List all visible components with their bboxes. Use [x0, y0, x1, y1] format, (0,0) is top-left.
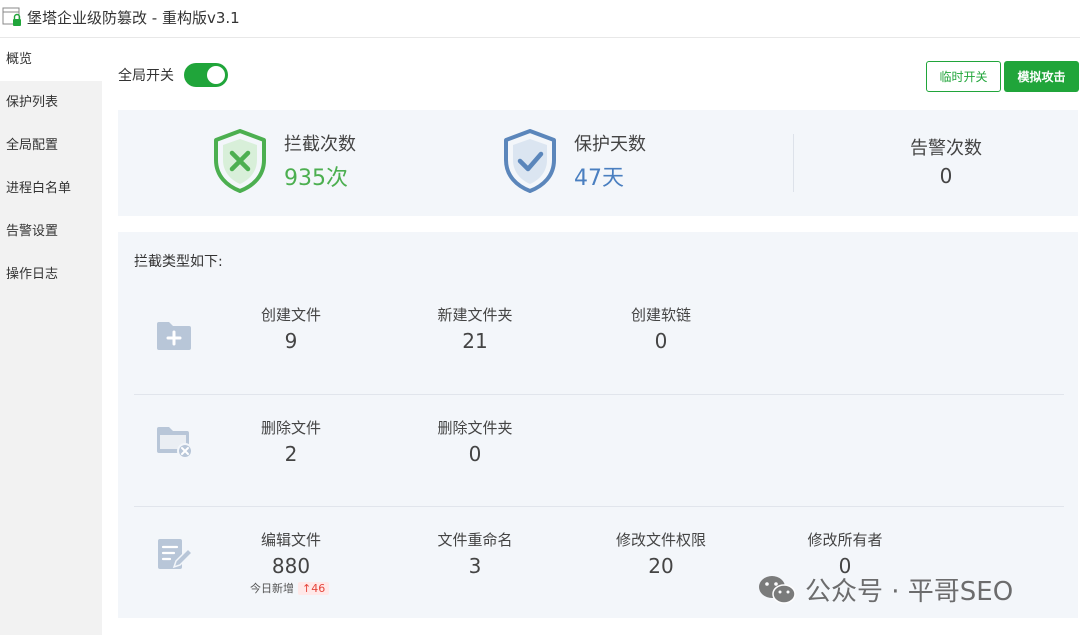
protect-days-label: 保护天数 [574, 134, 646, 155]
intercept-count-label: 拦截次数 [284, 134, 356, 155]
stat-value: 2 [284, 442, 298, 466]
stat-delete-file: 删除文件 2 [236, 417, 346, 466]
today-new: 今日新增 ↑46 [250, 580, 330, 596]
app-icon [2, 7, 21, 26]
intercept-summary: 拦截次数 935次 [212, 128, 356, 194]
main-content: 全局开关 临时开关 模拟攻击 拦截次数 935次 保护天数 47天 告警次数 0… [102, 38, 1080, 635]
stat-value: 21 [462, 329, 488, 353]
sidebar-item-alert-settings[interactable]: 告警设置 [0, 210, 102, 253]
stat-new-folder: 新建文件夹 21 [420, 304, 530, 353]
shield-block-icon [214, 129, 266, 193]
alert-summary: 告警次数 0 [893, 134, 999, 188]
global-switch-label: 全局开关 [118, 68, 174, 84]
today-new-badge: ↑46 [298, 582, 330, 595]
watermark-text: 公众号 · 平哥SEO [805, 577, 1014, 607]
stat-label: 修改所有者 [807, 531, 883, 549]
toggle-knob [207, 66, 225, 84]
summary-panel: 拦截次数 935次 保护天数 47天 告警次数 0 [118, 110, 1078, 216]
sidebar-item-process-whitelist[interactable]: 进程白名单 [0, 167, 102, 210]
stat-value: 20 [648, 554, 674, 578]
detail-title: 拦截类型如下: [134, 254, 223, 270]
stat-value: 0 [468, 442, 482, 466]
title-bar: 堡塔企业级防篡改 - 重构版v3.1 [0, 0, 1080, 38]
simulate-attack-button[interactable]: 模拟攻击 [1004, 61, 1079, 92]
protect-days-summary: 保护天数 47天 [502, 128, 646, 194]
temp-switch-button[interactable]: 临时开关 [926, 61, 1001, 92]
stat-value: 0 [654, 329, 668, 353]
intercept-row-create: 创建文件 9 新建文件夹 21 创建软链 0 [118, 282, 1078, 394]
alert-count-value: 0 [939, 164, 953, 188]
stat-edit-file: 编辑文件 880 [236, 529, 346, 578]
stat-label: 修改文件权限 [615, 531, 706, 549]
intercept-count-value: 935次 [284, 166, 348, 191]
protect-days-value: 47天 [574, 166, 624, 191]
wechat-icon [759, 575, 796, 604]
watermark: 公众号 · 平哥SEO [757, 571, 1013, 608]
global-switch-row: 全局开关 [118, 63, 228, 87]
stat-label: 删除文件夹 [437, 419, 513, 437]
stat-create-symlink: 创建软链 0 [606, 304, 716, 353]
alert-count-label: 告警次数 [910, 138, 982, 159]
intercept-detail-panel: 拦截类型如下: 创建文件 9 新建文件夹 21 创建软链 0 删除文件 2 删除… [118, 232, 1078, 618]
folder-delete-icon [157, 427, 193, 459]
stat-create-file: 创建文件 9 [236, 304, 346, 353]
sidebar-item-global-config[interactable]: 全局配置 [0, 124, 102, 167]
folder-add-icon [157, 322, 191, 350]
sidebar: 概览 保护列表 全局配置 进程白名单 告警设置 操作日志 [0, 38, 102, 635]
sidebar-item-operation-log[interactable]: 操作日志 [0, 253, 102, 296]
stat-value: 3 [468, 554, 482, 578]
shield-check-icon [504, 129, 556, 193]
global-switch-toggle[interactable] [184, 63, 228, 87]
stat-value: 9 [284, 329, 298, 353]
stat-delete-folder: 删除文件夹 0 [420, 417, 530, 466]
summary-divider [793, 134, 794, 192]
stat-label: 新建文件夹 [437, 306, 513, 324]
window-title: 堡塔企业级防篡改 - 重构版v3.1 [27, 9, 240, 27]
stat-rename-file: 文件重命名 3 [420, 529, 530, 578]
stat-label: 文件重命名 [437, 531, 513, 549]
stat-value: 880 [271, 554, 311, 578]
stat-label: 编辑文件 [260, 531, 321, 549]
stat-label: 创建文件 [260, 306, 321, 324]
sidebar-item-overview[interactable]: 概览 [0, 38, 102, 81]
sidebar-item-protect-list[interactable]: 保护列表 [0, 81, 102, 124]
edit-file-icon [158, 539, 194, 569]
intercept-row-delete: 删除文件 2 删除文件夹 0 [134, 394, 1064, 506]
stat-label: 创建软链 [630, 306, 691, 324]
stat-modify-permissions: 修改文件权限 20 [606, 529, 716, 578]
today-new-label: 今日新增 [250, 582, 294, 595]
stat-label: 删除文件 [260, 419, 321, 437]
